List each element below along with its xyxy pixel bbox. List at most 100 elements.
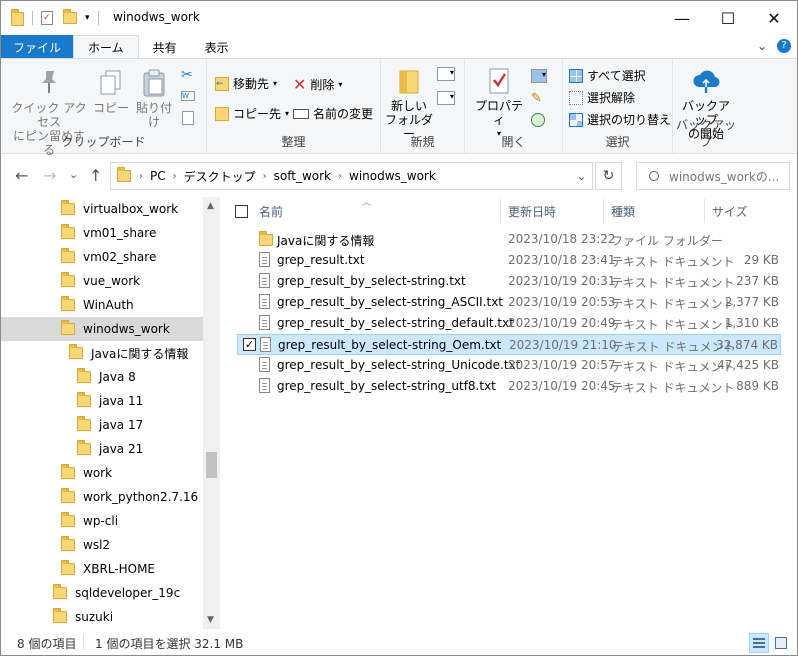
invert-selection-button[interactable]: 選択の切り替え	[569, 111, 671, 128]
nav-item-java8[interactable]: Java 8	[1, 365, 203, 389]
nav-item-winauth[interactable]: WinAuth	[1, 293, 203, 317]
folder-icon	[53, 608, 67, 623]
scissors-icon[interactable]: ✂	[181, 67, 193, 83]
copy-path-icon[interactable]: W	[181, 91, 195, 101]
back-button[interactable]: ←	[15, 166, 28, 185]
column-divider[interactable]	[500, 199, 501, 223]
breadcrumb-winodws-work[interactable]: winodws_work	[344, 169, 441, 183]
file-row-grep-result[interactable]: grep_result.txt 2023/10/18 23:41 テキスト ドキ…	[237, 250, 781, 271]
header-checkbox[interactable]	[235, 204, 248, 218]
nav-item-wsl2[interactable]: wsl2	[1, 533, 203, 557]
copy-to-button[interactable]: コピー先 ▾	[215, 105, 289, 122]
nav-item-wp-cli[interactable]: wp-cli	[1, 509, 203, 533]
search-box[interactable]: winodws_workの...	[636, 162, 790, 190]
file-row-select-string-unicode[interactable]: grep_result_by_select-string_Unicode.txt…	[237, 355, 781, 376]
refresh-button[interactable]: ↻	[595, 162, 622, 190]
tab-home[interactable]: ホーム	[73, 35, 139, 59]
file-row-select-string-oem[interactable]: ✓ grep_result_by_select-string_Oem.txt 2…	[237, 334, 781, 355]
file-size: 47,425 KB	[717, 358, 779, 372]
open-icon[interactable]: ▾	[531, 69, 547, 83]
file-row-java-info[interactable]: Javaに関する情報 2023/10/18 23:22 ファイル フォルダー	[237, 229, 781, 250]
nav-item-java-info[interactable]: Javaに関する情報	[1, 341, 203, 365]
copy-icon	[98, 69, 124, 97]
move-to-button[interactable]: ← 移動先 ▾	[215, 75, 277, 92]
file-type: テキスト ドキュメント	[611, 360, 735, 374]
details-view-button[interactable]	[749, 633, 769, 653]
maximize-button[interactable]: ☐	[705, 1, 751, 35]
nav-item-vm02-share[interactable]: vm02_share	[1, 245, 203, 269]
easy-access-icon[interactable]: ▾	[437, 91, 455, 105]
scroll-down-arrow[interactable]: ▼	[207, 615, 214, 625]
address-bar[interactable]: › PC › デスクトップ › soft_work › winodws_work…	[110, 162, 593, 190]
column-divider[interactable]	[603, 199, 604, 223]
column-header-date[interactable]: 更新日時	[508, 197, 556, 225]
nav-item-sqldeveloper[interactable]: sqldeveloper_19c	[1, 581, 203, 605]
folder-icon	[61, 224, 75, 239]
column-header-name[interactable]: 名前	[259, 197, 283, 225]
search-icon	[649, 171, 659, 181]
nav-item-java21[interactable]: java 21	[1, 437, 203, 461]
new-folder-button[interactable]: 新しい フォルダー	[383, 67, 435, 141]
chevron-down-icon[interactable]: ▾	[85, 13, 90, 23]
up-button[interactable]: ↑	[89, 166, 102, 185]
breadcrumb-soft-work[interactable]: soft_work	[269, 169, 336, 183]
folder-icon	[53, 584, 67, 599]
tab-share[interactable]: 共有	[139, 35, 191, 59]
nav-item-virtualbox-work[interactable]: virtualbox_work	[1, 197, 203, 221]
delete-button[interactable]: ✕ 削除 ▾	[293, 75, 342, 94]
nav-item-xbrl-home[interactable]: XBRL-HOME	[1, 557, 203, 581]
nav-item-vm01-share[interactable]: vm01_share	[1, 221, 203, 245]
forward-button[interactable]: →	[43, 166, 56, 185]
folder-icon	[259, 231, 273, 246]
file-name: grep_result_by_select-string_ASCII.txt	[277, 295, 503, 309]
nav-item-java17[interactable]: java 17	[1, 413, 203, 437]
file-type: ファイル フォルダー	[611, 234, 723, 248]
open-group-label: 開く	[501, 135, 526, 149]
minimize-button[interactable]: —	[659, 1, 705, 35]
nav-item-winodws-work[interactable]: winodws_work	[1, 317, 203, 341]
tab-file[interactable]: ファイル	[1, 35, 74, 59]
rename-button[interactable]: 名前の変更	[293, 105, 373, 122]
large-icons-view-button[interactable]	[771, 633, 791, 653]
file-row-select-string-default[interactable]: grep_result_by_select-string_default.txt…	[237, 313, 781, 334]
nav-item-java11[interactable]: java 11	[1, 389, 203, 413]
recent-locations-button[interactable]: ⌄	[69, 168, 78, 181]
navigation-scrollbar[interactable]: ▲ ▼	[203, 197, 220, 629]
nav-item-vue-work[interactable]: vue_work	[1, 269, 203, 293]
column-header-type[interactable]: 種類	[611, 197, 635, 225]
column-divider[interactable]	[704, 199, 705, 223]
column-header-size[interactable]: サイズ	[712, 197, 748, 225]
new-item-icon[interactable]: ▾	[437, 67, 455, 81]
history-icon[interactable]	[531, 113, 545, 127]
file-size: 2,377 KB	[724, 295, 779, 309]
edit-icon[interactable]: ✎	[531, 92, 545, 106]
ribbon-expand-button[interactable]: ⌄	[757, 39, 767, 53]
select-all-checkbox-header[interactable]	[235, 197, 248, 225]
new-folder-quick-icon[interactable]	[63, 9, 77, 24]
breadcrumb-desktop[interactable]: デスクトップ	[179, 168, 261, 185]
paste-button[interactable]: 貼り付け	[131, 69, 177, 129]
row-checkbox[interactable]: ✓	[243, 338, 256, 351]
file-row-select-string[interactable]: grep_result_by_select-string.txt 2023/10…	[237, 271, 781, 292]
scroll-up-arrow[interactable]: ▲	[207, 201, 214, 211]
properties-button[interactable]: プロパティ ▾	[471, 67, 527, 141]
breadcrumb-pc[interactable]: PC	[145, 169, 171, 183]
properties-quick-icon[interactable]: ✓	[41, 11, 53, 25]
address-dropdown-button[interactable]: ⌄	[577, 170, 586, 183]
nav-item-work[interactable]: work	[1, 461, 203, 485]
paste-shortcut-icon[interactable]	[182, 111, 194, 125]
nav-item-suzuki[interactable]: suzuki	[1, 605, 203, 629]
file-date: 2023/10/19 20:45	[508, 379, 616, 393]
select-all-label: すべて選択	[587, 69, 646, 83]
divider	[97, 11, 99, 25]
scrollbar-thumb[interactable]	[206, 452, 217, 478]
close-button[interactable]: ✕	[751, 1, 797, 35]
copy-button[interactable]: コピー	[93, 69, 129, 115]
file-row-select-string-utf8[interactable]: grep_result_by_select-string_utf8.txt 20…	[237, 376, 781, 397]
select-all-button[interactable]: すべて選択	[569, 67, 646, 84]
help-button[interactable]: ?	[777, 39, 791, 53]
tab-view[interactable]: 表示	[191, 35, 243, 59]
file-row-select-string-ascii[interactable]: grep_result_by_select-string_ASCII.txt 2…	[237, 292, 781, 313]
nav-item-work-python[interactable]: work_python2.7.16	[1, 485, 203, 509]
select-none-button[interactable]: 選択解除	[569, 89, 635, 106]
